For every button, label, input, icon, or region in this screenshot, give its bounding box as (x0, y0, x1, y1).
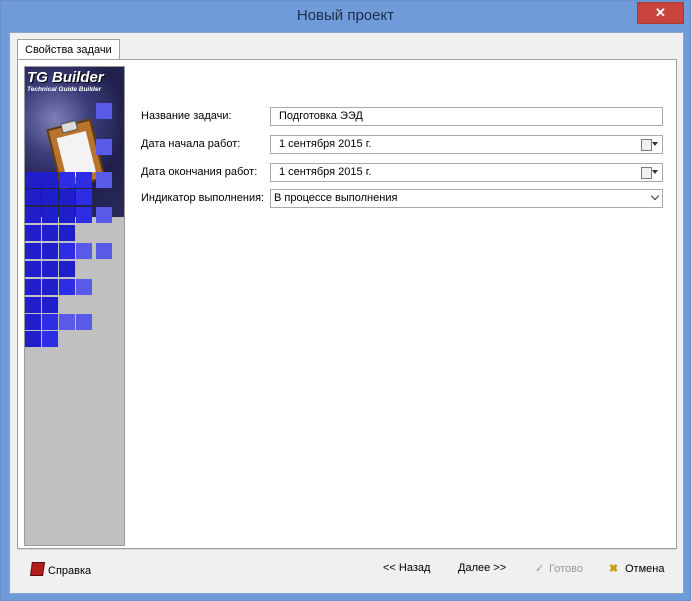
back-button[interactable]: << Назад (383, 562, 430, 574)
banner-logo: TG Builder (27, 69, 104, 86)
cancel-button[interactable]: ✖ Отмена (609, 562, 664, 575)
task-name-label: Название задачи: (141, 110, 232, 122)
cancel-x-icon: ✖ (609, 563, 619, 575)
start-date-value: 1 сентября 2015 г. (279, 138, 372, 150)
chevron-down-icon[interactable] (650, 191, 660, 201)
dialog-client-area: Свойства задачи TG Builder Technical Gui… (9, 32, 684, 594)
help-button[interactable]: Справка (30, 562, 92, 577)
cancel-button-label: Отмена (625, 563, 665, 575)
status-value: В процессе выполнения (274, 192, 398, 204)
check-icon: ✓ (535, 563, 545, 575)
banner-subtitle: Technical Guide Builder (27, 86, 102, 93)
calendar-icon[interactable] (641, 138, 659, 151)
status-select[interactable]: В процессе выполнения (270, 189, 663, 208)
finish-button-label: Готово (549, 563, 583, 575)
close-button[interactable]: ✕ (637, 2, 684, 24)
end-date-value: 1 сентября 2015 г. (279, 166, 372, 178)
calendar-icon[interactable] (641, 166, 659, 179)
tab-task-properties[interactable]: Свойства задачи (17, 39, 120, 60)
start-date-label: Дата начала работ: (141, 138, 241, 150)
start-date-picker[interactable]: 1 сентября 2015 г. (270, 135, 663, 154)
help-book-icon (30, 562, 45, 576)
end-date-label: Дата окончания работ: (141, 166, 258, 178)
tab-panel: TG Builder Technical Guide Builder Назва… (17, 59, 677, 549)
footer-divider (17, 549, 675, 550)
finish-button[interactable]: ✓ Готово (535, 562, 583, 575)
end-date-picker[interactable]: 1 сентября 2015 г. (270, 163, 663, 182)
window-title: Новый проект (296, 7, 395, 24)
help-button-label: Справка (48, 565, 92, 577)
wizard-footer: Справка << Назад Далее >> ✓ Готово ✖ Отмен… (17, 555, 675, 585)
status-label: Индикатор выполнения: (141, 192, 265, 204)
title-bar[interactable]: Новый проект ✕ (1, 1, 690, 32)
task-name-input[interactable]: Подготовка ЭЭД (270, 107, 663, 126)
wizard-banner: TG Builder Technical Guide Builder (24, 66, 125, 546)
close-icon: ✕ (655, 5, 666, 20)
dialog-window: Новый проект ✕ Свойства задачи TG Builde… (0, 0, 691, 601)
next-button[interactable]: Далее >> (458, 562, 506, 574)
